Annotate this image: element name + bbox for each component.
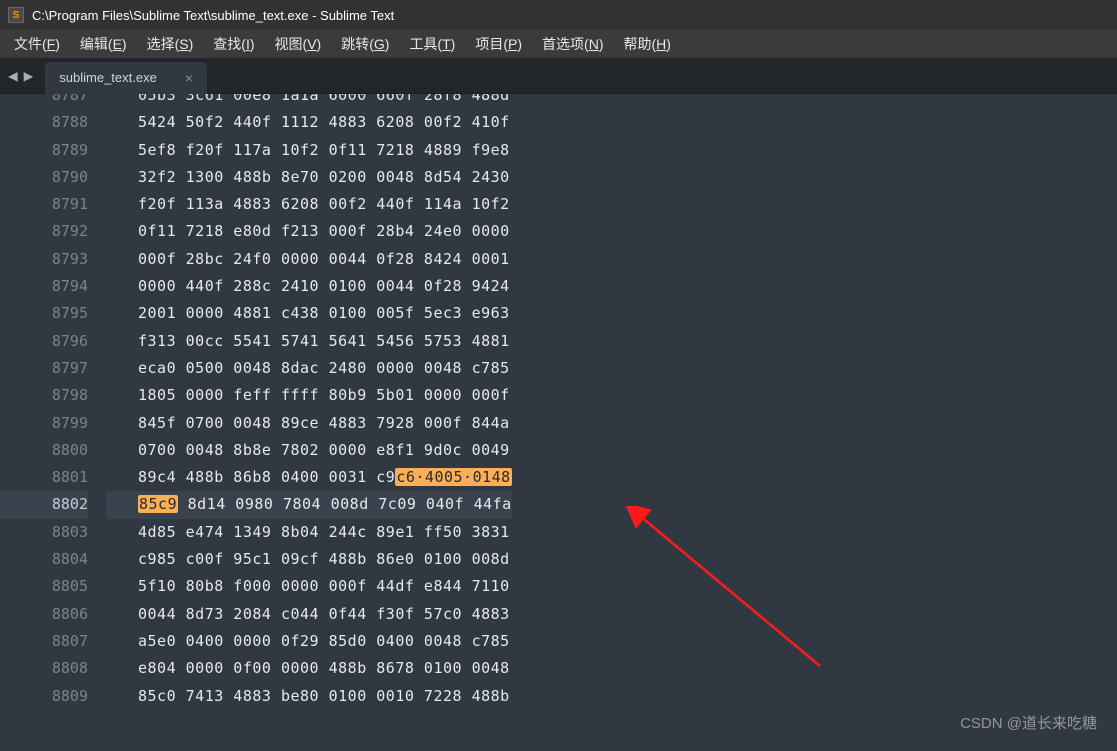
search-highlight: c6·4005·0148 <box>395 468 511 486</box>
menu-find[interactable]: 查找(I) <box>205 32 262 56</box>
menu-goto[interactable]: 跳转(G) <box>333 32 397 56</box>
menu-tools[interactable]: 工具(T) <box>401 32 463 56</box>
line-number: 8804 <box>0 546 88 573</box>
menu-file[interactable]: 文件(F) <box>6 32 68 56</box>
line-number: 8799 <box>0 410 88 437</box>
editor-area[interactable]: 8787878887898790879187928793879487958796… <box>0 94 1117 751</box>
code-content[interactable]: 05b3 3c61 00e8 1a1a 6000 660f 28f8 488d5… <box>106 94 512 710</box>
nav-back-icon[interactable]: ◀ <box>6 66 20 85</box>
line-number: 8797 <box>0 355 88 382</box>
line-number: 8795 <box>0 300 88 327</box>
line-number: 8791 <box>0 191 88 218</box>
line-number: 8790 <box>0 164 88 191</box>
hex-row[interactable]: 89c4 488b 86b8 0400 0031 c9c6·4005·0148 <box>106 464 512 491</box>
menu-view[interactable]: 视图(V) <box>267 32 330 56</box>
line-number: 8803 <box>0 519 88 546</box>
title-bar: S C:\Program Files\Sublime Text\sublime_… <box>0 0 1117 30</box>
line-number: 8802 <box>0 491 88 518</box>
menu-project[interactable]: 项目(P) <box>467 32 530 56</box>
hex-row[interactable]: 5f10 80b8 f000 0000 000f 44df e844 7110 <box>106 573 512 600</box>
menu-bar: 文件(F) 编辑(E) 选择(S) 查找(I) 视图(V) 跳转(G) 工具(T… <box>0 30 1117 58</box>
menu-edit[interactable]: 编辑(E) <box>72 32 135 56</box>
line-number: 8807 <box>0 628 88 655</box>
hex-row[interactable]: 2001 0000 4881 c438 0100 005f 5ec3 e963 <box>106 300 512 327</box>
hex-row[interactable]: a5e0 0400 0000 0f29 85d0 0400 0048 c785 <box>106 628 512 655</box>
hex-row[interactable]: 4d85 e474 1349 8b04 244c 89e1 ff50 3831 <box>106 519 512 546</box>
hex-row[interactable]: f20f 113a 4883 6208 00f2 440f 114a 10f2 <box>106 191 512 218</box>
search-highlight: 85c9 <box>138 495 178 513</box>
line-number: 8806 <box>0 601 88 628</box>
hex-row[interactable]: 5424 50f2 440f 1112 4883 6208 00f2 410f <box>106 109 512 136</box>
line-number: 8792 <box>0 218 88 245</box>
line-number: 8787 <box>0 94 88 109</box>
line-number: 8794 <box>0 273 88 300</box>
tab-bar: ◀ ▶ sublime_text.exe × <box>0 58 1117 94</box>
app-icon: S <box>8 7 24 23</box>
tab-close-icon[interactable]: × <box>185 70 193 86</box>
hex-row[interactable]: 05b3 3c61 00e8 1a1a 6000 660f 28f8 488d <box>106 94 512 109</box>
line-number: 8793 <box>0 246 88 273</box>
hex-row[interactable]: 85c9 8d14 0980 7804 008d 7c09 040f 44fa <box>106 491 512 518</box>
line-number: 8801 <box>0 464 88 491</box>
hex-row[interactable]: 0700 0048 8b8e 7802 0000 e8f1 9d0c 0049 <box>106 437 512 464</box>
nav-forward-icon[interactable]: ▶ <box>22 66 36 85</box>
line-number: 8796 <box>0 328 88 355</box>
hex-row[interactable]: e804 0000 0f00 0000 488b 8678 0100 0048 <box>106 655 512 682</box>
hex-row[interactable]: 0044 8d73 2084 c044 0f44 f30f 57c0 4883 <box>106 601 512 628</box>
line-number: 8800 <box>0 437 88 464</box>
hex-row[interactable]: 0f11 7218 e80d f213 000f 28b4 24e0 0000 <box>106 218 512 245</box>
hex-row[interactable]: 85c0 7413 4883 be80 0100 0010 7228 488b <box>106 683 512 710</box>
hex-row[interactable]: 000f 28bc 24f0 0000 0044 0f28 8424 0001 <box>106 246 512 273</box>
tab-label: sublime_text.exe <box>59 70 157 85</box>
annotation-arrow-icon <box>620 506 840 686</box>
menu-help[interactable]: 帮助(H) <box>616 32 679 56</box>
line-number: 8788 <box>0 109 88 136</box>
line-number: 8798 <box>0 382 88 409</box>
nav-arrows: ◀ ▶ <box>6 66 35 85</box>
hex-row[interactable]: c985 c00f 95c1 09cf 488b 86e0 0100 008d <box>106 546 512 573</box>
hex-row[interactable]: 1805 0000 feff ffff 80b9 5b01 0000 000f <box>106 382 512 409</box>
line-number: 8809 <box>0 683 88 710</box>
line-number-gutter: 8787878887898790879187928793879487958796… <box>0 94 106 710</box>
hex-row[interactable]: f313 00cc 5541 5741 5641 5456 5753 4881 <box>106 328 512 355</box>
line-number: 8805 <box>0 573 88 600</box>
menu-select[interactable]: 选择(S) <box>139 32 202 56</box>
tab-sublime-text-exe[interactable]: sublime_text.exe × <box>45 62 207 94</box>
line-number: 8789 <box>0 137 88 164</box>
hex-row[interactable]: 32f2 1300 488b 8e70 0200 0048 8d54 2430 <box>106 164 512 191</box>
line-number: 8808 <box>0 655 88 682</box>
hex-row[interactable]: 0000 440f 288c 2410 0100 0044 0f28 9424 <box>106 273 512 300</box>
hex-row[interactable]: 5ef8 f20f 117a 10f2 0f11 7218 4889 f9e8 <box>106 137 512 164</box>
window-title: C:\Program Files\Sublime Text\sublime_te… <box>32 8 394 23</box>
hex-row[interactable]: 845f 0700 0048 89ce 4883 7928 000f 844a <box>106 410 512 437</box>
hex-row[interactable]: eca0 0500 0048 8dac 2480 0000 0048 c785 <box>106 355 512 382</box>
menu-prefs[interactable]: 首选项(N) <box>534 32 611 56</box>
